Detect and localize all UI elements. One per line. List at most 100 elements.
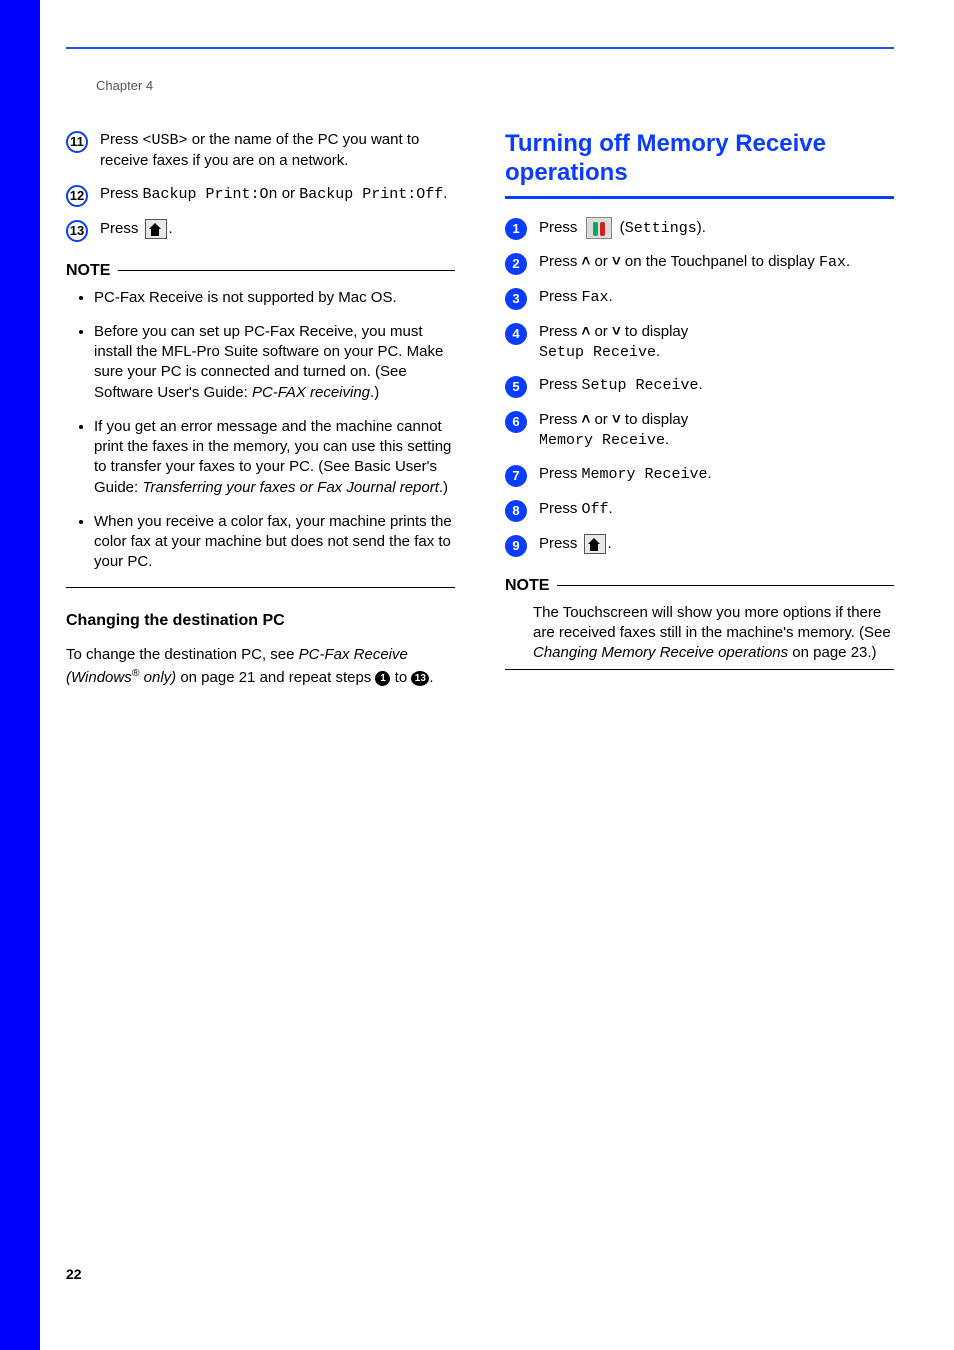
step-text: . (665, 431, 669, 448)
step-badge-4: 4 (505, 323, 527, 345)
step-13: 13 Press . (66, 219, 455, 242)
step-text: Press (539, 500, 582, 517)
step-r8: 8 Press Off. (505, 499, 894, 522)
para-italic: only) (139, 669, 176, 686)
home-icon (584, 534, 606, 554)
note-heading: NOTE (505, 577, 894, 595)
note-italic: PC-FAX receiving (252, 384, 370, 401)
step-text: Press (539, 535, 582, 552)
mono-text: Setup Receive (582, 377, 699, 394)
step-badge-7: 7 (505, 465, 527, 487)
step-text: Press (100, 131, 143, 148)
mono-text: Backup Print:On (143, 186, 278, 203)
step-badge-8: 8 (505, 500, 527, 522)
step-text: Press (539, 219, 582, 236)
note-list: PC-Fax Receive is not supported by Mac O… (66, 288, 455, 573)
note-text: .) (439, 479, 448, 496)
note-item: When you receive a color fax, your machi… (94, 512, 455, 573)
side-tab (0, 0, 40, 1350)
step-text: Press (100, 220, 143, 237)
note-text: PC-Fax Receive is not supported by Mac O… (94, 289, 397, 306)
section-rule (505, 196, 894, 199)
note-item: PC-Fax Receive is not supported by Mac O… (94, 288, 455, 308)
step-r1: 1 Press (Settings). (505, 217, 894, 240)
step-r5: 5 Press Setup Receive. (505, 375, 894, 398)
step-badge-12: 12 (66, 185, 88, 207)
chevron-down-icon: ˅ (612, 322, 621, 342)
step-r2: 2 Press ˄ or ˅ on the Touchpanel to disp… (505, 252, 894, 275)
note-label: NOTE (505, 577, 549, 595)
step-badge-9: 9 (505, 535, 527, 557)
para-text: to (390, 669, 411, 686)
step-r6: 6 Press ˄ or ˅ to display Memory Receive… (505, 410, 894, 452)
step-text: . (443, 185, 447, 202)
mono-text: Settings (625, 220, 697, 237)
step-text: . (609, 288, 613, 305)
step-text: Press (539, 376, 582, 393)
step-r4: 4 Press ˄ or ˅ to display Setup Receive. (505, 322, 894, 364)
note-text: .) (370, 384, 379, 401)
mono-text: Memory Receive (582, 466, 708, 483)
chevron-down-icon: ˅ (612, 252, 621, 272)
inline-step-ref-13: 13 (411, 671, 429, 686)
mono-text: Memory Receive (539, 432, 665, 449)
step-text: or (278, 185, 300, 202)
note-rule (118, 270, 455, 271)
para-text: . (429, 669, 433, 686)
step-text: Press (539, 323, 582, 340)
step-badge-11: 11 (66, 131, 88, 153)
mono-text: Fax (582, 289, 609, 306)
note-end-rule (66, 587, 455, 588)
step-badge-5: 5 (505, 376, 527, 398)
settings-icon (586, 217, 612, 239)
step-text: Press (539, 253, 582, 270)
header-rule (66, 47, 894, 49)
step-r9: 9 Press . (505, 534, 894, 557)
step-12: 12 Press Backup Print:On or Backup Print… (66, 184, 455, 207)
step-text: on the Touchpanel to display (621, 253, 819, 270)
step-badge-6: 6 (505, 411, 527, 433)
step-text: Press (100, 185, 143, 202)
step-text: Press (539, 411, 582, 428)
step-text: . (656, 343, 660, 360)
step-badge-3: 3 (505, 288, 527, 310)
para-text: To change the destination PC, see (66, 646, 299, 663)
para-text: on page 21 and repeat steps (176, 669, 375, 686)
step-text: . (608, 535, 612, 552)
mono-text: Backup Print:Off (299, 186, 443, 203)
step-text: or (590, 411, 612, 428)
step-text: or (590, 323, 612, 340)
left-column: 11 Press <USB> or the name of the PC you… (66, 130, 455, 694)
chevron-up-icon: ˄ (582, 322, 591, 342)
chevron-up-icon: ˄ (582, 410, 591, 430)
chevron-down-icon: ˅ (612, 410, 621, 430)
note-item: Before you can set up PC-Fax Receive, yo… (94, 322, 455, 403)
step-r3: 3 Press Fax. (505, 287, 894, 310)
note-body: The Touchscreen will show you more optio… (505, 603, 894, 664)
right-column: Turning off Memory Receive operations 1 … (505, 130, 894, 694)
note-item: If you get an error message and the mach… (94, 417, 455, 498)
step-text: to display (621, 411, 689, 428)
step-text: or (590, 253, 612, 270)
step-text: Press (539, 465, 582, 482)
mono-text: Off (582, 501, 609, 518)
subheading-changing-pc: Changing the destination PC (66, 612, 455, 630)
step-badge-2: 2 (505, 253, 527, 275)
step-text: to display (621, 323, 689, 340)
mono-text: Fax (819, 254, 846, 271)
mono-text: Setup Receive (539, 344, 656, 361)
step-text: . (708, 465, 712, 482)
note-text: on page 23.) (788, 644, 876, 661)
note-label: NOTE (66, 262, 110, 280)
mono-text: <USB> (143, 132, 188, 149)
step-badge-1: 1 (505, 218, 527, 240)
section-heading: Turning off Memory Receive operations (505, 130, 894, 188)
note-rule (557, 585, 894, 586)
step-text: Press (539, 288, 582, 305)
chevron-up-icon: ˄ (582, 252, 591, 272)
step-text: ( (616, 219, 625, 236)
step-text: . (609, 500, 613, 517)
note-italic: Changing Memory Receive operations (533, 644, 788, 661)
step-r7: 7 Press Memory Receive. (505, 464, 894, 487)
step-text: . (699, 376, 703, 393)
